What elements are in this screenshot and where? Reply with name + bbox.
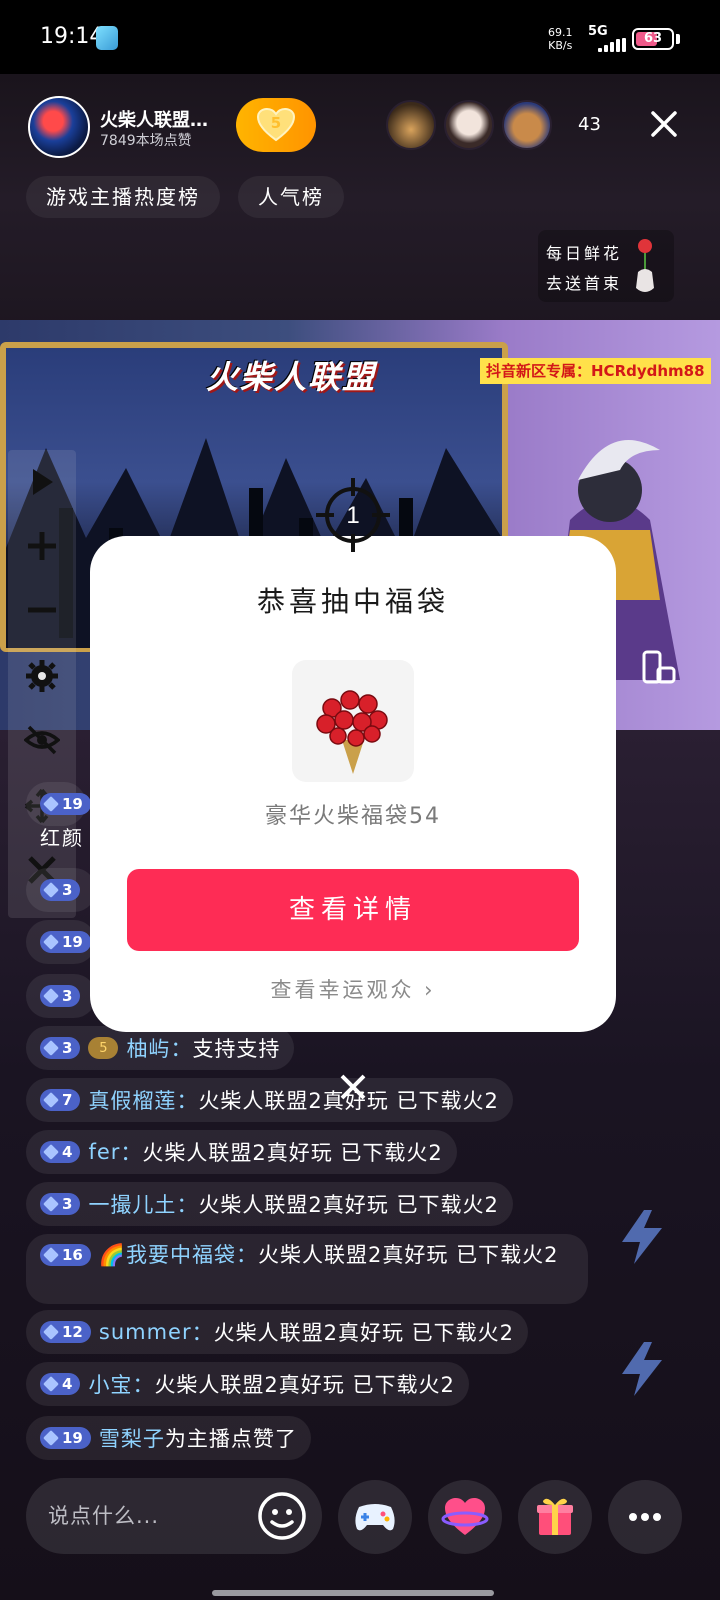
chat-text: 火柴人联盟2真好玩 已下载火2 [142,1141,443,1165]
battery-level: 63 [643,31,663,46]
popularity-rank-tag[interactable]: 人气榜 [238,176,344,218]
viewer-avatar[interactable] [444,100,494,150]
crosshair-label: 1 [346,502,359,529]
level-badge: 4 [40,1373,81,1395]
lucky-bag-modal: 恭喜抽中福袋 豪华火柴福袋54 查看详情 查看幸运观众 › [90,536,616,1032]
chat-message[interactable]: 3 一撮儿土： 火柴人联盟2真好玩 已下载火2 [26,1182,513,1226]
host-name[interactable]: 火柴人联盟… [100,106,208,132]
level-number: 19 [62,795,83,813]
chat-username[interactable]: summer [99,1320,192,1344]
network-speed: 69.1 KB/s [548,26,573,52]
heart-planet-icon [441,1498,489,1535]
rose-bouquet-icon [316,690,388,774]
chat-username[interactable]: 一撮儿土 [88,1189,176,1219]
level-number: 19 [62,933,83,951]
flower-promo-line1: 每日鲜花 [546,244,623,263]
chat-partial-username: 红颜 [40,826,84,850]
network-speed-value: 69.1 [548,26,573,39]
level-badge: 12 [40,1321,91,1343]
close-icon[interactable] [648,108,680,140]
level-number: 3 [62,987,73,1005]
chat-row-partial: 3 [26,868,96,912]
view-lucky-audience-link[interactable]: 查看幸运观众 › [90,974,616,1004]
eye-off-icon[interactable] [24,722,60,758]
level-number: 3 [62,881,73,899]
chat-row-partial: 19 [26,920,96,964]
chat-text: 为主播点赞了 [164,1427,297,1451]
level-badge: 4 [40,1141,81,1163]
modal-title: 恭喜抽中福袋 [256,585,449,618]
viewer-avatar[interactable] [386,100,436,150]
game-logo: 火柴人联盟 [206,358,377,396]
level-badge: 19 [40,1427,91,1449]
home-indicator[interactable] [212,1590,494,1596]
fan-badge: 5 [88,1037,119,1059]
view-details-button[interactable]: 查看详情 [127,869,579,951]
prize-image [292,660,414,782]
chat-username[interactable]: 柚屿 [126,1033,170,1063]
chat-row-partial: 19 [26,782,91,826]
chat-message[interactable]: 4 小宝： 火柴人联盟2真好玩 已下载火2 [26,1362,469,1406]
hot-rank-tag[interactable]: 游戏主播热度榜 [26,176,220,218]
chat-text: 支持支持 [192,1037,281,1061]
gear-icon[interactable] [24,658,60,694]
host-avatar[interactable] [28,96,90,158]
chat-message[interactable]: 19 雪梨子 为主播点赞了 [26,1416,311,1460]
screen-rotate-icon[interactable] [640,648,678,686]
daily-flower-promo[interactable]: 每日鲜花 去送首束 [538,230,674,302]
app-notification-icon [96,26,118,50]
interact-button[interactable] [428,1480,502,1554]
fan-club-button[interactable]: 5 [236,98,316,152]
plus-icon[interactable] [24,528,60,564]
status-time: 19:14 [40,24,104,49]
level-badge: 3 [40,1037,81,1059]
chat-text: 火柴人联盟2真好玩 已下载火2 [198,1193,499,1217]
chat-username[interactable]: 雪梨子 [99,1423,165,1453]
chevron-right-icon: › [424,978,436,1002]
gift-button[interactable] [518,1480,592,1554]
level-badge: 3 [40,1193,81,1215]
emoji-icon[interactable] [256,1490,308,1542]
flower-vase-icon [636,239,654,292]
chat-text: 火柴人联盟2真好玩 已下载火2 [213,1321,514,1345]
chat-message[interactable]: 4 fer： 火柴人联盟2真好玩 已下载火2 [26,1130,457,1174]
more-button[interactable] [608,1480,682,1554]
chat-message[interactable]: 16 🌈我要中福袋：火柴人联盟2真好玩 已下载火2 [26,1234,588,1304]
lightning-icon[interactable] [614,1340,670,1398]
viewer-avatar[interactable] [502,100,552,150]
promo-banner: 抖音新区专属：HCRdydhm88 [480,358,711,384]
chat-text: 火柴人联盟2真好玩 已下载火2 [154,1373,455,1397]
host-likes: 7849本场点赞 [100,133,192,149]
gift-icon [537,1498,573,1535]
minus-icon[interactable] [24,592,60,628]
chat-username[interactable]: 小宝 [88,1369,132,1399]
more-icon [629,1513,661,1521]
chat-message[interactable]: 3 5 柚屿： 支持支持 [26,1026,295,1070]
play-icon[interactable] [24,464,60,500]
battery-tip [676,34,680,44]
close-overlay-icon[interactable] [338,1072,368,1102]
gamepad-icon [355,1504,395,1531]
battery-icon: 63 [632,28,674,50]
flower-promo-line2: 去送首束 [546,274,623,293]
chat-message[interactable]: 7 真假榴莲： 火柴人联盟2真好玩 已下载火2 [26,1078,513,1122]
viewer-count[interactable]: 43 [578,114,601,135]
game-button[interactable] [338,1480,412,1554]
network-speed-unit: KB/s [548,39,573,52]
chat-username[interactable]: 🌈我要中福袋 [99,1243,236,1267]
fan-badge-level: 5 [270,114,282,132]
chat-username[interactable]: 真假榴莲 [88,1085,176,1115]
chat-text: 火柴人联盟2真好玩 已下载火2 [258,1243,559,1267]
chat-message[interactable]: 12 summer： 火柴人联盟2真好玩 已下载火2 [26,1310,528,1354]
chat-row-partial: 3 [26,974,96,1018]
chat-username[interactable]: fer [88,1140,120,1164]
signal-icon [598,38,626,52]
network-type: 5G [588,24,608,39]
level-badge: 16 [40,1244,91,1266]
heart-badge-icon: 5 [256,107,296,142]
prize-name: 豪华火柴福袋54 [265,804,441,829]
crosshair-icon[interactable]: 1 [314,476,392,554]
level-badge: 7 [40,1089,81,1111]
lightning-icon[interactable] [614,1208,670,1266]
